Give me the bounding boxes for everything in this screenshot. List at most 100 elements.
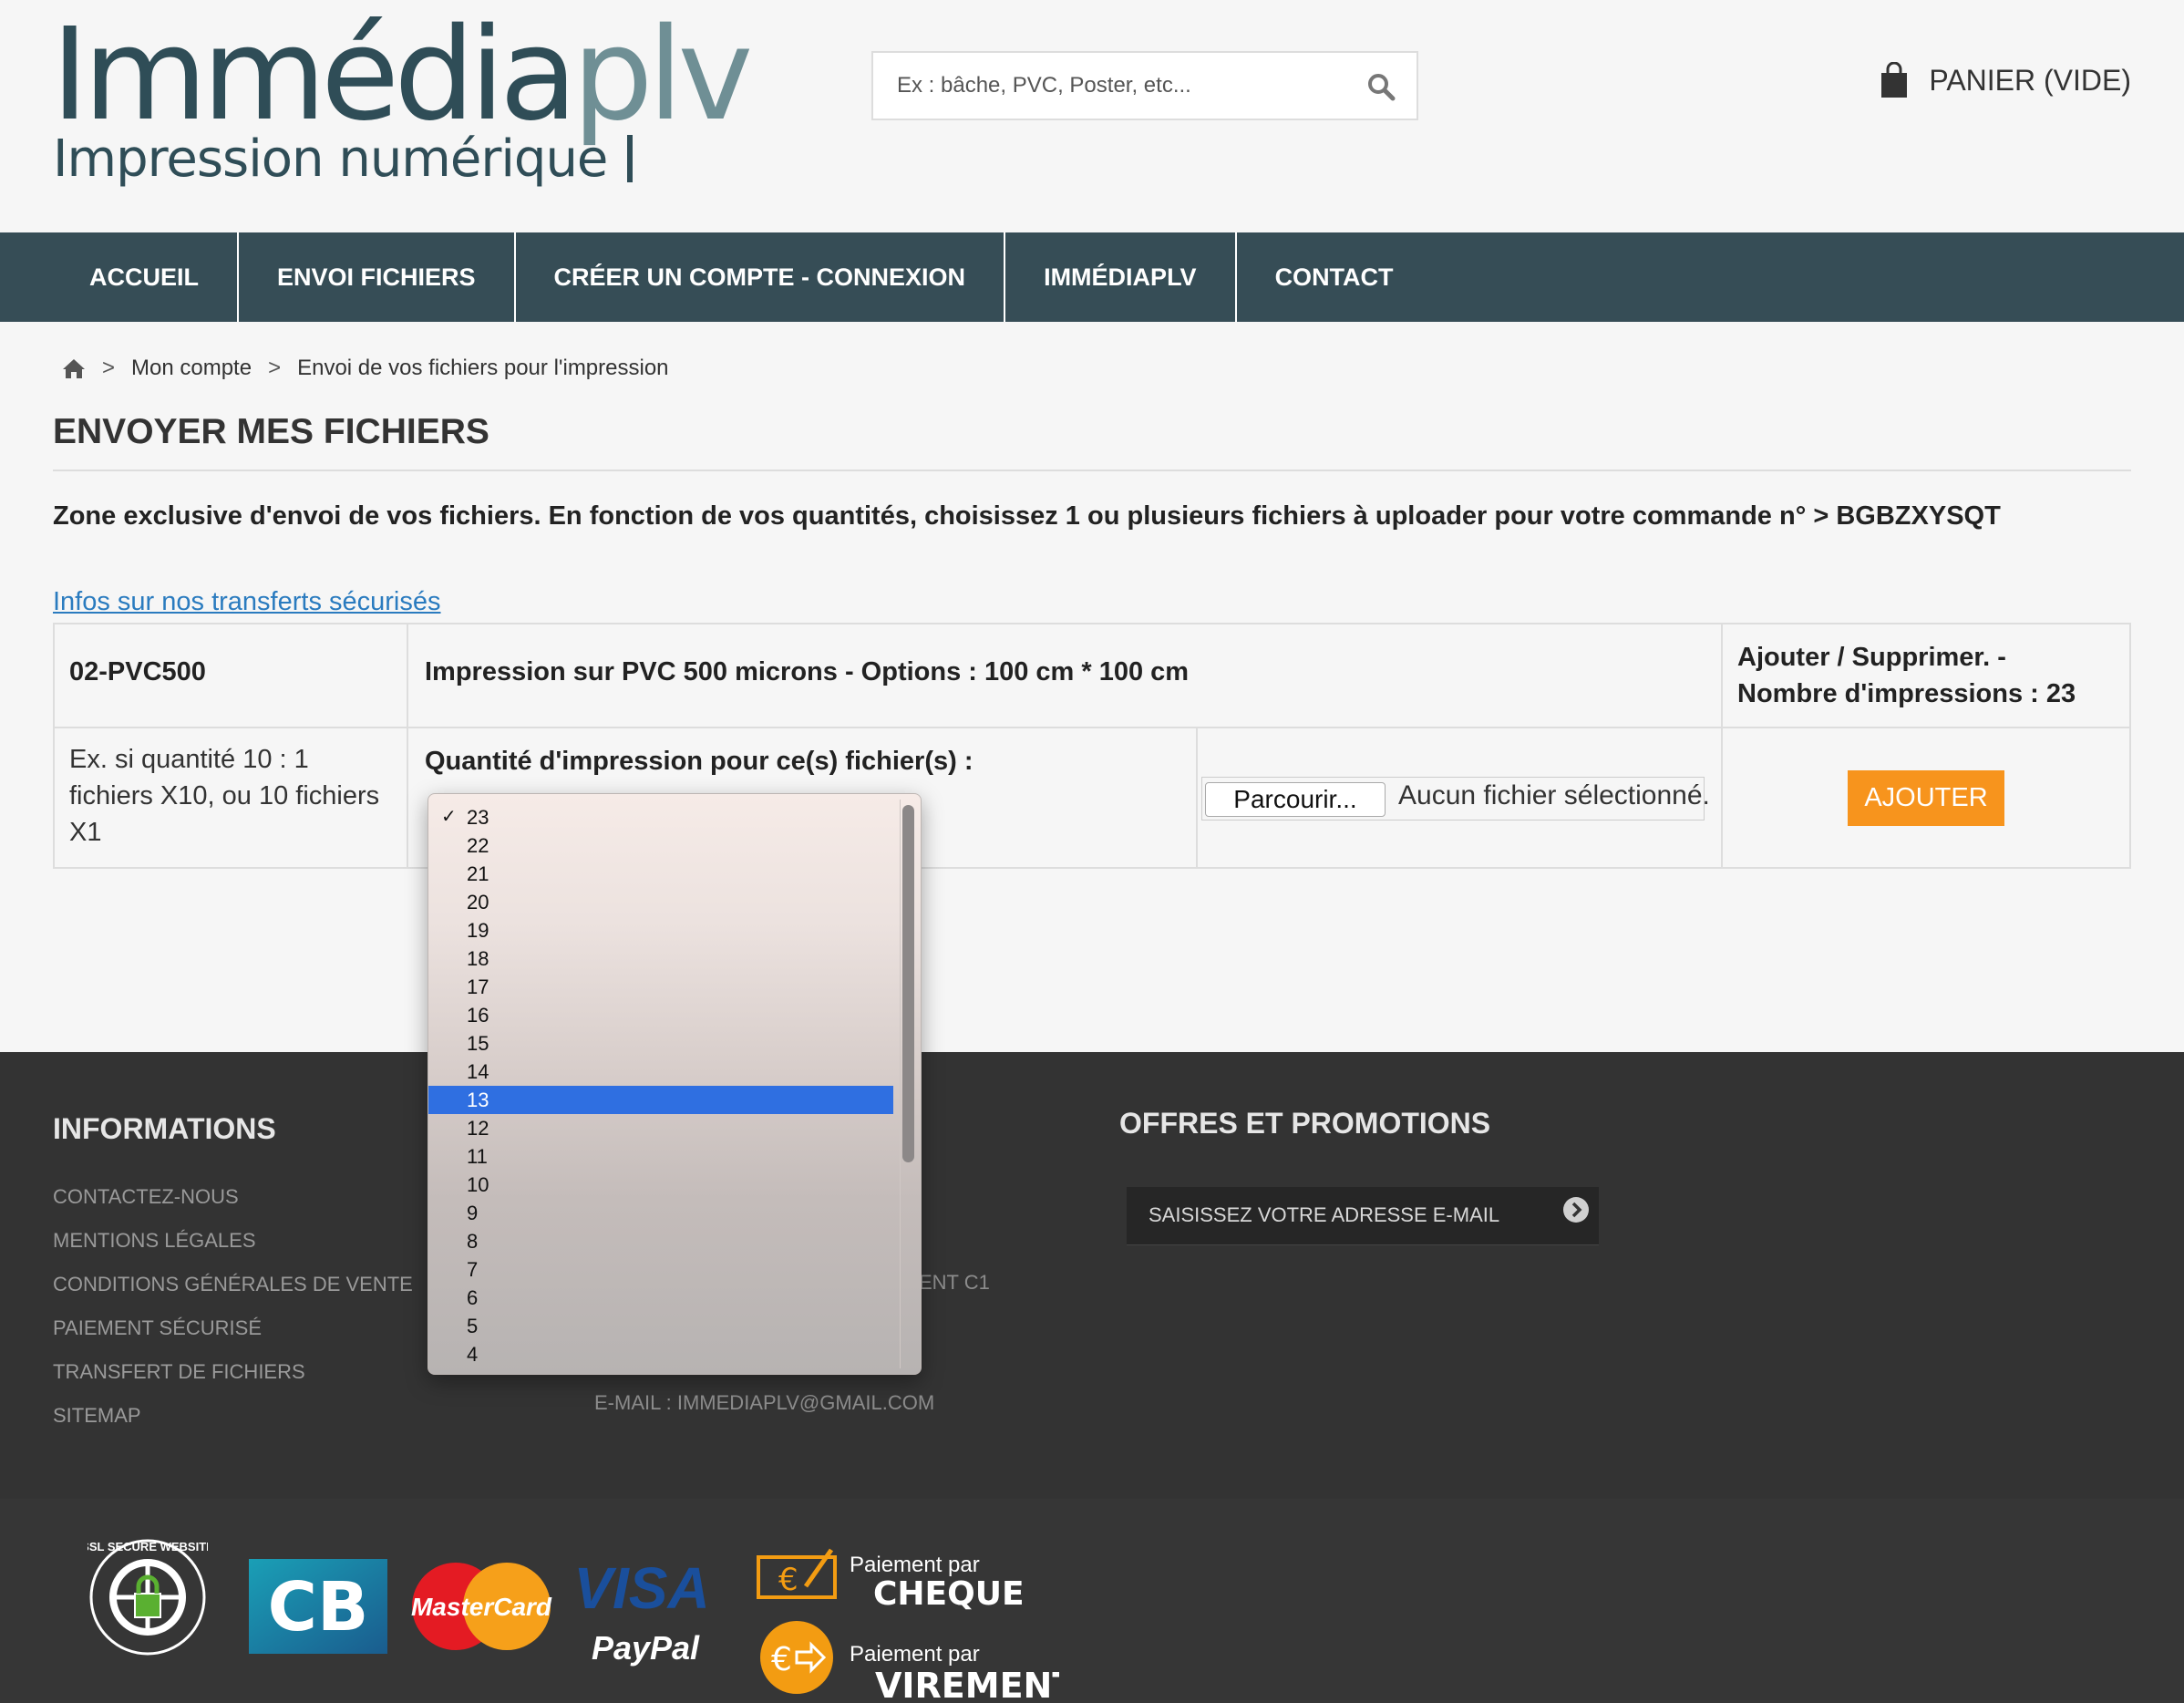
mastercard-text: MasterCard <box>411 1593 552 1621</box>
option-label: 9 <box>467 1202 479 1224</box>
option-label: 6 <box>467 1286 479 1309</box>
option-label: 18 <box>467 947 489 970</box>
option-label: 19 <box>467 919 489 942</box>
search-box <box>871 51 1418 120</box>
quantity-option[interactable]: 17 <box>428 973 893 1001</box>
quantity-options: ✓ 23 22 21 20 19 18 17 16 15 14 13 12 11 … <box>428 803 893 1368</box>
euro-transfer-icon: € <box>771 1641 792 1678</box>
breadcrumb: > Mon compte > Envoi de vos fichiers pou… <box>62 356 669 381</box>
paypal-text: PayPal <box>592 1629 700 1667</box>
search-icon[interactable] <box>1365 71 1396 102</box>
arrow-right-circle-icon[interactable] <box>1562 1196 1590 1223</box>
table-cell-product: Impression sur PVC 500 microns - Options… <box>408 624 1723 728</box>
option-label: 20 <box>467 891 489 913</box>
quantity-option[interactable]: 20 <box>428 888 893 916</box>
visa-paypal-logo: VISA PayPal <box>573 1561 709 1667</box>
file-status: Aucun fichier sélectionné. <box>1398 780 1710 810</box>
option-label: 7 <box>467 1258 479 1281</box>
quantity-option[interactable]: 22 <box>428 831 893 860</box>
quantity-option[interactable]: 12 <box>428 1114 893 1142</box>
add-button[interactable]: AJOUTER <box>1848 770 2004 826</box>
option-label: 10 <box>467 1173 489 1196</box>
option-label: 11 <box>467 1145 488 1168</box>
quantity-option[interactable]: 15 <box>428 1029 893 1058</box>
footer-link-contact[interactable]: CONTACTEZ-NOUS <box>53 1185 413 1229</box>
footer-informations-title: INFORMATIONS <box>53 1112 276 1145</box>
nav-item-creer-compte[interactable]: CRÉER UN COMPTE - CONNEXION <box>516 232 1006 322</box>
logo-wordmark: Immédiaplv <box>51 1 753 150</box>
nav-label: ENVOI FICHIERS <box>277 263 476 291</box>
title-divider <box>53 470 2131 471</box>
shopping-bag-icon <box>1881 62 1908 98</box>
product-description: Impression sur PVC 500 microns - Options… <box>425 657 1190 686</box>
breadcrumb-link-mon-compte[interactable]: Mon compte <box>131 356 252 381</box>
option-label: 17 <box>467 975 489 998</box>
option-label: 23 <box>467 806 489 829</box>
cheque-text: CHEQUE <box>873 1575 1025 1612</box>
quantity-option[interactable]: 11 <box>428 1142 893 1171</box>
footer-link-mentions[interactable]: MENTIONS LÉGALES <box>53 1229 413 1273</box>
footer-offers-title: OFFRES ET PROMOTIONS <box>1119 1107 1491 1140</box>
quantity-option[interactable]: 5 <box>428 1312 893 1340</box>
example-line: X1 <box>69 818 102 847</box>
cheque-prefix: Paiement par <box>850 1553 980 1577</box>
quantity-option[interactable]: 6 <box>428 1284 893 1312</box>
quantity-option[interactable]: 21 <box>428 860 893 888</box>
mastercard-logo: MasterCard <box>411 1563 552 1650</box>
quantity-option[interactable]: 9 <box>428 1199 893 1227</box>
quantity-option[interactable]: 19 <box>428 916 893 944</box>
footer-link-paiement[interactable]: PAIEMENT SÉCURISÉ <box>53 1316 413 1360</box>
table-cell-example: Ex. si quantité 10 : 1 fichiers X10, ou … <box>55 728 408 867</box>
nav-label: CRÉER UN COMPTE - CONNEXION <box>553 263 966 291</box>
quantity-option[interactable]: 7 <box>428 1255 893 1284</box>
quantity-option[interactable]: 10 <box>428 1171 893 1199</box>
ssl-text: SSL SECURE WEBSITE <box>88 1540 208 1553</box>
site-logo[interactable]: Immédiaplv Impression numérique <box>51 1 753 190</box>
quantity-option-highlighted[interactable]: 13 <box>428 1086 893 1114</box>
intro-text: Zone exclusive d'envoi de vos fichiers. … <box>53 501 2001 531</box>
quantity-option[interactable]: 14 <box>428 1058 893 1086</box>
cart[interactable]: PANIER (VIDE) <box>1880 55 2131 106</box>
nav-item-immediaplv[interactable]: IMMÉDIAPLV <box>1005 232 1237 322</box>
quantity-select-dropdown[interactable]: ✓ 23 22 21 20 19 18 17 16 15 14 13 12 11 … <box>428 793 922 1375</box>
footer-contact-partial: ENT C1 <box>919 1271 990 1294</box>
virement-payment-logo: € Paiement par VIREMENT <box>760 1621 1059 1703</box>
option-label: 13 <box>467 1089 489 1111</box>
quantity-option[interactable]: 18 <box>428 944 893 973</box>
footer-link-sitemap[interactable]: SITEMAP <box>53 1404 413 1448</box>
quantity-option[interactable]: 4 <box>428 1340 893 1368</box>
product-ref: 02-PVC500 <box>69 657 206 686</box>
quantity-option[interactable]: 16 <box>428 1001 893 1029</box>
breadcrumb-separator: > <box>102 356 116 380</box>
footer-link-transfert[interactable]: TRANSFERT DE FICHIERS <box>53 1360 413 1404</box>
footer-link-cgv[interactable]: CONDITIONS GÉNÉRALES DE VENTE <box>53 1273 413 1316</box>
dropdown-scrollbar-thumb[interactable] <box>902 805 914 1162</box>
search-input[interactable] <box>873 53 1329 119</box>
secure-transfer-info-link[interactable]: Infos sur nos transferts sécurisés <box>53 587 441 617</box>
home-icon[interactable] <box>62 357 86 379</box>
quantity-option[interactable]: 8 <box>428 1227 893 1255</box>
option-label: 8 <box>467 1230 479 1253</box>
breadcrumb-separator: > <box>268 356 282 380</box>
visa-text: VISA <box>573 1561 709 1621</box>
option-label: 5 <box>467 1315 479 1337</box>
nav-item-envoi-fichiers[interactable]: ENVOI FICHIERS <box>239 232 516 322</box>
virement-text: VIREMENT <box>875 1666 1059 1703</box>
nav-item-contact[interactable]: CONTACT <box>1237 232 1432 322</box>
print-count: Nombre d'impressions : 23 <box>1737 679 2076 708</box>
nav-label: ACCUEIL <box>89 263 199 291</box>
site-header: Immédiaplv Impression numérique PANIER (… <box>0 0 2184 232</box>
virement-prefix: Paiement par <box>850 1642 980 1667</box>
option-label: 21 <box>467 862 489 885</box>
quantity-option[interactable]: ✓ 23 <box>428 803 893 831</box>
option-label: 14 <box>467 1060 489 1083</box>
table-cell-actions-header: Ajouter / Supprimer. - Nombre d'impressi… <box>1723 624 2131 728</box>
option-label: 12 <box>467 1117 489 1140</box>
browse-file-button[interactable]: Parcourir... <box>1205 782 1386 817</box>
nav-item-accueil[interactable]: ACCUEIL <box>51 232 239 322</box>
euro-icon: € <box>778 1562 798 1598</box>
newsletter-email-input[interactable] <box>1127 1187 1546 1244</box>
footer-email[interactable]: E-MAIL : IMMEDIAPLV@GMAIL.COM <box>594 1391 934 1415</box>
cart-label: PANIER (VIDE) <box>1929 63 2131 97</box>
table-cell-ref: 02-PVC500 <box>55 624 408 728</box>
